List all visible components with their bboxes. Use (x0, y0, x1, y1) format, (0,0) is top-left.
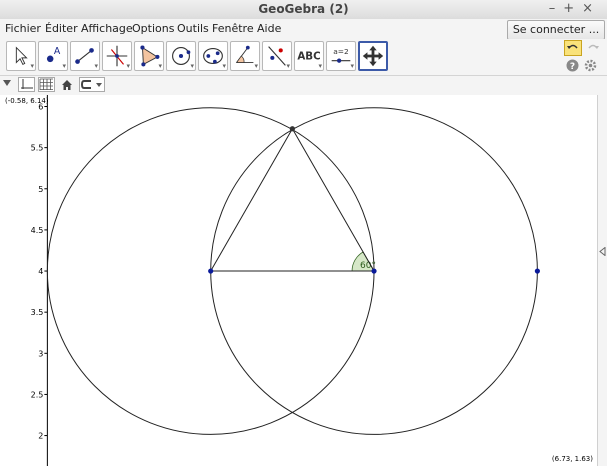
connect-button[interactable]: Se connecter ... (507, 20, 605, 40)
redo-icon[interactable] (584, 40, 602, 56)
menu-fichier[interactable]: Fichier (5, 22, 41, 35)
point-capture-dropdown[interactable] (79, 77, 105, 92)
home-view-icon[interactable] (60, 78, 74, 92)
angle-tool-button[interactable]: ▾ (230, 41, 260, 71)
title-bar: GeoGebra (2) –+× (0, 0, 607, 20)
slider-tool-button[interactable]: a=2 ▾ (326, 41, 356, 71)
circle-tool-button[interactable]: ▾ (166, 41, 196, 71)
point-capture-icon (80, 80, 102, 89)
move-tool-button[interactable]: ▾ (6, 41, 36, 71)
y-tick-label: 3.5 (31, 308, 44, 317)
segment[interactable] (210, 128, 293, 272)
style-bar-toggle-icon[interactable] (3, 80, 11, 86)
y-tick-label: 2.5 (31, 390, 44, 399)
point-tool-button[interactable]: A ▾ (38, 41, 68, 71)
y-tick-label: 2 (38, 432, 43, 441)
move-graphics-tool-button[interactable] (358, 41, 388, 71)
menu-fenetre[interactable]: Fenêtre (212, 22, 254, 35)
show-grid-button[interactable] (38, 77, 55, 92)
menu-aide[interactable]: Aide (257, 22, 281, 35)
menu-affichage[interactable]: Affichage (81, 22, 133, 35)
undo-area: ? (564, 40, 602, 74)
text-tool-button[interactable]: ABC ▾ (294, 41, 324, 71)
window-controls: –+× (549, 1, 601, 16)
grid-icon (39, 78, 53, 90)
maximize-button[interactable]: + (563, 1, 582, 16)
segment[interactable] (291, 128, 375, 272)
point-D[interactable] (289, 126, 295, 132)
toolbar: ▾ A ▾ ▾ ▾ ▾ ▾ ▾ ▾ ▾ ABC ▾ a=2 ▾ (0, 39, 607, 76)
menu-options[interactable]: Options (132, 22, 174, 35)
construction-layer: 60° (46, 107, 540, 435)
y-axis: 65.554.543.532.52 (31, 95, 48, 466)
undo-icon[interactable] (564, 40, 582, 56)
line-tool-button[interactable]: ▾ (70, 41, 100, 71)
show-axes-button[interactable] (18, 77, 35, 92)
svg-text:a=2: a=2 (333, 47, 349, 56)
point-B[interactable] (371, 268, 377, 274)
point-C[interactable] (534, 268, 540, 274)
style-bar (0, 76, 607, 96)
bottom-right-coordinates: (6.73, 1.63) (551, 455, 593, 463)
close-button[interactable]: × (582, 1, 601, 16)
top-left-coordinates: (-0.58, 6.14) (5, 97, 49, 105)
menu-editer[interactable]: Éditer (45, 22, 78, 35)
help-icon[interactable]: ? (566, 59, 579, 72)
minimize-button[interactable]: – (549, 1, 564, 16)
ellipse-tool-button[interactable]: ▾ (198, 41, 228, 71)
point-A[interactable] (208, 268, 214, 274)
y-tick-label: 4.5 (31, 226, 44, 235)
window-title: GeoGebra (2) (258, 2, 349, 16)
axes-icon (21, 79, 33, 89)
right-panel-strip (597, 95, 607, 466)
y-tick-label: 5 (38, 185, 43, 194)
geometry-canvas[interactable]: 65.554.543.532.52 60° (0, 95, 597, 466)
polygon-tool-button[interactable]: ▾ (134, 41, 164, 71)
reflect-tool-button[interactable]: ▾ (262, 41, 292, 71)
svg-text:ABC: ABC (297, 51, 320, 63)
perpendicular-tool-button[interactable]: ▾ (102, 41, 132, 71)
svg-text:A: A (54, 46, 61, 57)
settings-gear-icon[interactable] (584, 59, 597, 72)
y-tick-label: 4 (38, 267, 43, 276)
menu-outils[interactable]: Outils (177, 22, 209, 35)
y-tick-label: 5.5 (31, 144, 44, 153)
graphics-view[interactable]: 6 5.5 5 4.5 4 3.5 3 2.5 2 60° (-0.58, 6.14) (6.7… (0, 95, 597, 466)
svg-text:?: ? (570, 62, 575, 72)
move-graphics-tool-icon (362, 45, 384, 67)
expand-panel-icon[interactable] (599, 247, 606, 256)
y-tick-label: 3 (38, 349, 43, 358)
